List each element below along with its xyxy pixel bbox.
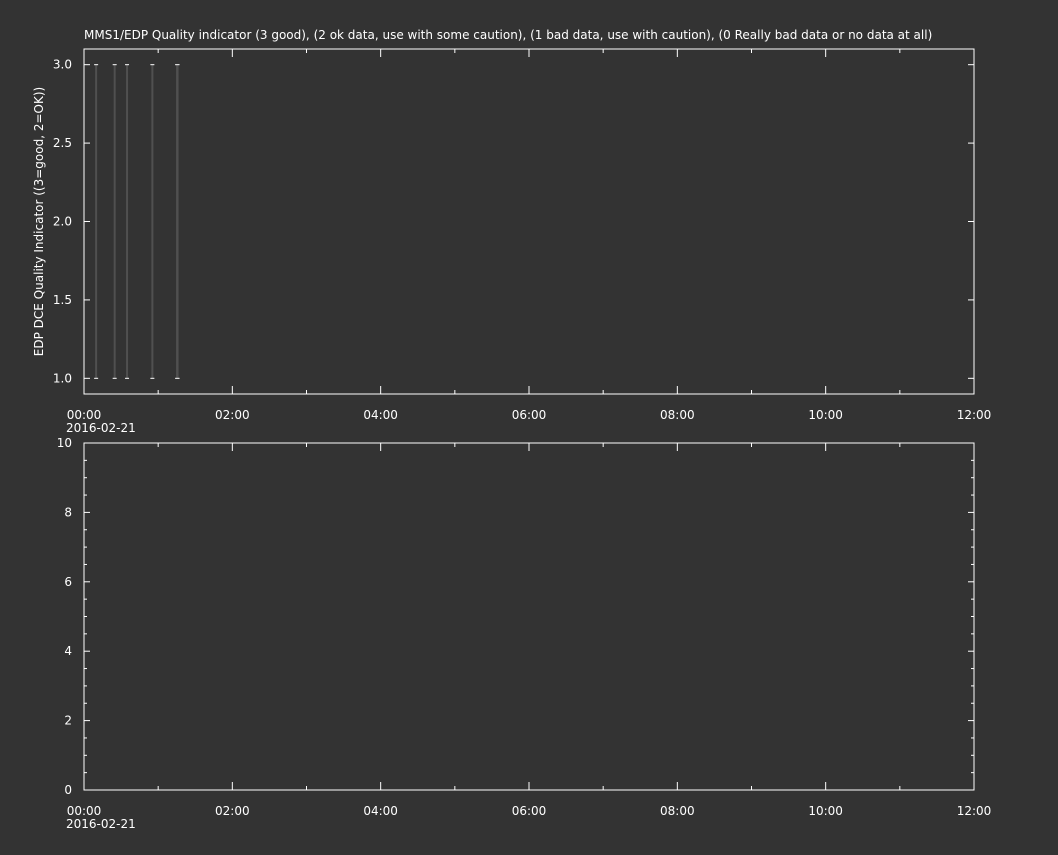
y-tick-label-1-1: 2	[64, 714, 72, 728]
quality-segment-1	[113, 64, 116, 379]
plot-stage: MMS1/EDP Quality indicator (3 good), (2 …	[0, 0, 1058, 851]
y-tick-label-1-2: 4	[64, 644, 72, 658]
x-tick-label-0-4: 08:00	[660, 408, 695, 422]
y-tick-label-0-3: 2.5	[53, 136, 72, 150]
plot-frame-1	[83, 442, 975, 791]
x-tick-label-1-1: 02:00	[215, 804, 250, 818]
x-tick-label-0-2: 04:00	[363, 408, 398, 422]
y-tick-label-1-4: 8	[64, 505, 72, 519]
x-tick-label-0-1: 02:00	[215, 408, 250, 422]
x-tick-label-0-5: 10:00	[808, 408, 843, 422]
y-tick-label-1-0: 0	[64, 783, 72, 797]
quality-segment-2	[126, 64, 129, 379]
quality-segment-4	[176, 64, 179, 379]
x-tick-label-1-5: 10:00	[808, 804, 843, 818]
plot-canvas: MMS1/EDP Quality indicator (3 good), (2 …	[32, 28, 992, 831]
x-tick-label-0-6: 12:00	[957, 408, 992, 422]
y-tick-label-1-3: 6	[64, 575, 72, 589]
plot-frame-0	[83, 48, 975, 395]
y-tick-label-1-5: 10	[57, 436, 72, 450]
y-tick-label-0-1: 1.5	[53, 293, 72, 307]
y-tick-label-0-2: 2.0	[53, 215, 72, 229]
x-tick-label-1-4: 08:00	[660, 804, 695, 818]
x-tick-label-1-0: 00:00	[67, 804, 102, 818]
quality-segment-0	[95, 64, 98, 379]
y-tick-label-0-4: 3.0	[53, 58, 72, 72]
x-tick-label-1-6: 12:00	[957, 804, 992, 818]
x-date-label-0: 2016-02-21	[66, 421, 136, 435]
x-tick-label-1-2: 04:00	[363, 804, 398, 818]
x-date-label-1: 2016-02-21	[66, 817, 136, 831]
x-tick-label-0-0: 00:00	[67, 408, 102, 422]
y-axis-label-0: EDP DCE Quality Indicator ((3=good, 2=OK…	[32, 87, 46, 356]
chart-title-0: MMS1/EDP Quality indicator (3 good), (2 …	[84, 28, 932, 42]
quality-segment-3	[151, 64, 154, 379]
y-tick-label-0-0: 1.0	[53, 371, 72, 385]
x-tick-label-0-3: 06:00	[512, 408, 547, 422]
x-tick-label-1-3: 06:00	[512, 804, 547, 818]
